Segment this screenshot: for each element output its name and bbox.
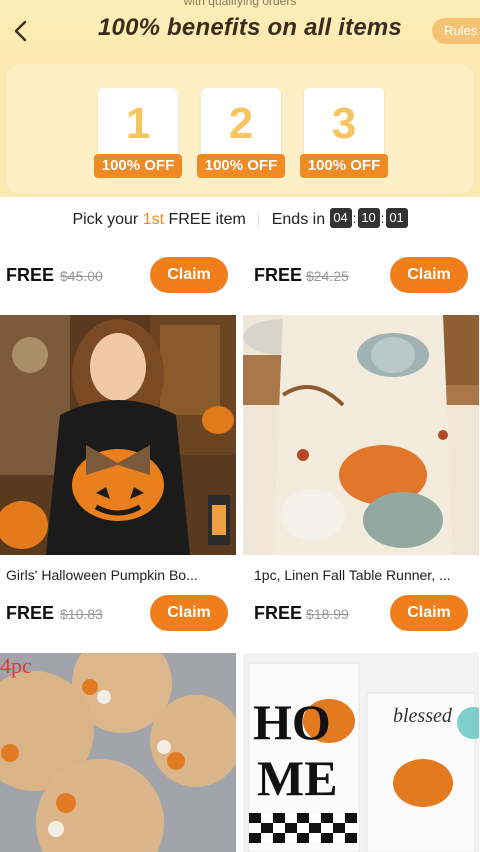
original-price: $24.25 [306, 268, 349, 284]
ends-in-label: Ends in [271, 211, 326, 228]
top-header: with qualifying orders 100% benefits on … [0, 0, 480, 62]
original-price: $10.83 [60, 606, 103, 622]
step-3: 3 100% OFF [300, 88, 388, 182]
original-price: $45.00 [60, 268, 103, 284]
product-title[interactable]: Girls' Halloween Pumpkin Bo... [6, 567, 236, 583]
free-label: FREE [254, 265, 303, 285]
towel-text-me: ME [257, 750, 338, 806]
towel-text-ho: HO [253, 694, 331, 750]
pick-suffix: FREE item [164, 211, 246, 228]
product-image-table-runner[interactable] [243, 315, 479, 555]
free-label: FREE [6, 603, 55, 623]
free-label: FREE [254, 603, 303, 623]
step-number: 3 [304, 88, 384, 158]
original-price: $18.99 [306, 606, 349, 622]
countdown-minutes: 10 [357, 208, 380, 229]
steps-panel: 1 100% OFF 2 100% OFF 3 100% OFF [6, 64, 474, 194]
pick-free-item-bar: Pick your 1st FREE item Ends in 04:10:01 [0, 197, 480, 243]
rules-button[interactable]: Rules [432, 18, 480, 44]
step-number: 1 [98, 88, 178, 158]
price-row: FREE $45.00 Claim [0, 257, 240, 297]
step-discount-label: 100% OFF [94, 154, 182, 178]
step-discount-label: 100% OFF [197, 154, 285, 178]
claim-button[interactable]: Claim [150, 257, 228, 293]
price-row: FREE $10.83 Claim [0, 595, 240, 635]
countdown-seconds: 01 [385, 208, 408, 229]
step-2: 2 100% OFF [197, 88, 285, 182]
product-image-girls-tshirt[interactable] [0, 315, 236, 555]
product-image-kitchen-towels[interactable]: HO ME blessed [243, 653, 479, 852]
countdown-hours: 04 [329, 208, 352, 229]
step-discount-label: 100% OFF [300, 154, 388, 178]
product-image-placemats[interactable]: 4pc [0, 653, 236, 852]
product-grid: FREE $45.00 Claim FREE $24.25 Claim Girl… [0, 243, 480, 852]
product-title[interactable]: 1pc, Linen Fall Table Runner, ... [254, 567, 480, 583]
pick-ordinal: 1st [142, 211, 165, 228]
steps-banner: 1 100% OFF 2 100% OFF 3 100% OFF [0, 62, 480, 197]
claim-button[interactable]: Claim [150, 595, 228, 631]
claim-button[interactable]: Claim [390, 595, 468, 631]
step-number: 2 [201, 88, 281, 158]
back-arrow-icon[interactable] [10, 18, 32, 44]
divider [258, 212, 260, 227]
quantity-badge: 4pc [0, 653, 32, 678]
header-caption: with qualifying orders [183, 0, 297, 8]
price-row: FREE $24.25 Claim [240, 257, 480, 297]
step-1: 1 100% OFF [94, 88, 182, 182]
price-row: FREE $18.99 Claim [240, 595, 480, 635]
towel-text-blessed: blessed [393, 705, 452, 727]
free-label: FREE [6, 265, 55, 285]
claim-button[interactable]: Claim [390, 257, 468, 293]
pick-prefix: Pick your [72, 211, 143, 228]
page-title: 100% benefits on all items [98, 14, 402, 41]
